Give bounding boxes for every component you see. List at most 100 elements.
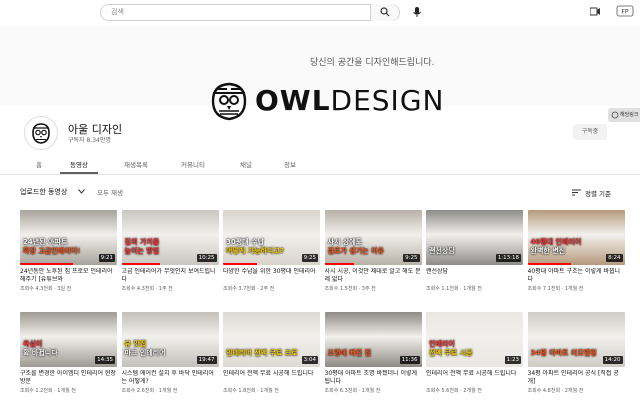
thumbnail-caption-bottom: 전액 무료 시공 xyxy=(429,349,473,357)
subscriber-count: 구독자 8.34만명 xyxy=(68,137,111,144)
video-duration: 14:35 xyxy=(95,356,115,364)
video-meta: 조회수 7.1천회 · 1개월 전 xyxy=(527,286,584,292)
video-card[interactable]: 욕실이 확 바뀝니다 14:35 구조를 변경한 아이엠디 인테리어 현장 방문조회수… xyxy=(20,312,117,402)
thumbnail-caption-bottom: 결로가 생기는 이유 xyxy=(327,247,384,255)
play-all-button[interactable]: 모두 재생 xyxy=(97,187,123,197)
thumbnail-caption-bottom: 완벽한 변신 xyxy=(530,247,566,255)
video-thumbnail[interactable]: 집의 가치를 높이는 방법 10:25 xyxy=(121,210,219,265)
video-title[interactable]: 30평대 아파트 조명 바꿨더니 이렇게 됩니다 xyxy=(325,370,422,386)
video-duration: 14:20 xyxy=(602,356,623,364)
video-duration: 9:21 xyxy=(98,254,115,262)
tab-home[interactable]: 홈 xyxy=(36,159,42,169)
video-title[interactable]: 인테리어 전액 무료 시공해 드립니다 xyxy=(223,370,320,386)
video-title[interactable]: 24년동안 노후된 집 프로모 인테리어 해주기 [유튜브와 xyxy=(20,268,117,284)
video-card[interactable]: 집의 가치를 높이는 방법 10:25 고급 인테리어가 무엇인지 보여드립니다 조회수… xyxy=(121,210,219,300)
create-video-icon[interactable] xyxy=(590,7,600,16)
video-meta: 조회수 4.3천회 · 3일 전 xyxy=(20,286,72,292)
owl-avatar-icon xyxy=(32,123,50,144)
video-card[interactable]: 30평대 수납 어떻게 가능하다고? 9:25 다양한 수납을 위한 30평대 인테리… xyxy=(223,210,320,300)
video-card[interactable]: 인테리어 전액 무료 프로 3:04 인테리어 전액 무료 시공해 드립니다 조회수 … xyxy=(223,312,320,402)
video-duration: 9:25 xyxy=(301,254,318,262)
video-meta: 조회수 2.6천회 · 1개월 전 xyxy=(121,388,178,394)
video-title[interactable]: 사시 시공, 이것만 제대로 알고 해도 문제 없다 xyxy=(325,268,422,284)
thumbnail-caption-top: 욕실이 xyxy=(23,340,43,348)
video-thumbnail[interactable]: 욕실이 확 바뀝니다 14:35 xyxy=(20,312,117,367)
thumbnail-caption-bottom: 확 바뀝니다 xyxy=(23,349,58,357)
video-title[interactable]: 고급 인테리어가 무엇인지 보여드립니다 xyxy=(122,268,219,284)
search-button[interactable] xyxy=(370,4,399,21)
video-meta: 조회수 4.8천회 · 2개월 전 xyxy=(527,388,584,394)
video-thumbnail[interactable]: 뷰 맛집 마크 인테리어 19:47 xyxy=(121,312,219,367)
thumbnail-caption-top: 40평대 인테리어 xyxy=(530,238,582,246)
thumbnail-caption-bottom: 높이는 방법 xyxy=(124,247,160,255)
video-thumbnail[interactable]: 랜선상담 1:13:18 xyxy=(426,210,523,265)
chevron-down-icon[interactable] xyxy=(78,189,85,194)
tab-playlists[interactable]: 재생목록 xyxy=(124,159,148,169)
watch-progress-bar xyxy=(20,263,74,265)
sort-button[interactable]: 정렬 기준 xyxy=(585,188,611,198)
tab-channels[interactable]: 채널 xyxy=(240,159,252,169)
video-card[interactable]: 인테리어 전액 무료 시공 1:23 인테리어 전액 무료 시공해 드립니다 조회수 5… xyxy=(426,312,523,402)
video-duration: 8:24 xyxy=(606,254,623,262)
thumbnail-caption-top: 집의 가치를 xyxy=(124,238,160,246)
video-thumbnail[interactable]: 30평대 수납 어떻게 가능하다고? 9:25 xyxy=(223,210,320,265)
video-card[interactable]: 34평 아파트 리모델링 14:20 34평 아파트 인테리어 공식 [직접 공개]… xyxy=(527,312,625,402)
search-input[interactable]: 검색 xyxy=(111,7,124,17)
video-thumbnail[interactable]: 24년된 아파트 확장 고급인테리어! 9:21 xyxy=(20,210,117,265)
video-title[interactable]: 구조를 변경한 아이엠디 인테리어 현장 방문 xyxy=(20,370,117,386)
channel-avatar[interactable] xyxy=(24,116,58,150)
video-thumbnail[interactable]: 40평대 인테리어 완벽한 변신 8:24 xyxy=(527,210,625,265)
video-title[interactable]: 40평대 아파트 구조는 이렇게 바뀝니다 xyxy=(528,268,625,284)
thumbnail-caption-bottom: 34평 아파트 리모델링 xyxy=(530,349,597,357)
banner-link-button[interactable]: 해당링크 xyxy=(608,108,640,122)
video-title[interactable]: 다양한 수납을 위한 30평대 인테리어 xyxy=(223,268,320,284)
video-meta: 조회수 1.5천회 · 3주 전 xyxy=(324,286,376,292)
search-icon xyxy=(380,7,390,17)
video-card[interactable]: 뷰 맛집 마크 인테리어 19:47 시스템 에어컨 설치 후 바닥 인테리어는 어떻… xyxy=(121,312,219,402)
thumbnail-caption-bottom: 확장 고급인테리어! xyxy=(23,247,81,255)
search-box[interactable]: 검색 xyxy=(100,4,400,21)
video-card[interactable]: 조명에 빠진 집 11:36 30평대 아파트 조명 바꿨더니 이렇게 됩니다조회수… xyxy=(324,312,422,402)
video-thumbnail[interactable]: 인테리어 전액 무료 프로 3:04 xyxy=(223,312,320,367)
video-title[interactable]: 34평 아파트 인테리어 공식 [직접 공개] xyxy=(528,370,625,386)
video-meta: 조회수 1.1천회 · 1개월 전 xyxy=(426,286,482,292)
uploads-filter[interactable]: 업로드한 동영상 xyxy=(20,187,67,197)
svg-text:FP: FP xyxy=(621,9,628,16)
video-meta: 조회수 5.6천회 · 2개월 전 xyxy=(426,388,482,394)
video-duration: 1:13:18 xyxy=(495,254,521,262)
video-duration: 10:25 xyxy=(196,254,217,262)
thumbnail-caption-top: 뷰 맛집 xyxy=(124,340,147,348)
video-meta: 조회수 1.2천회 · 1개월 전 xyxy=(20,388,76,394)
thumbnail-caption-bottom: 마크 인테리어 xyxy=(124,349,166,357)
thumbnail-caption-bottom: 랜선상담 xyxy=(429,247,455,255)
watch-progress-bar xyxy=(527,263,572,265)
account-avatar[interactable]: FP xyxy=(616,5,634,17)
video-thumbnail[interactable]: 사시 상에도 결로가 생기는 이유 9:25 xyxy=(324,210,422,265)
video-card[interactable]: 랜선상담 1:13:18 랜선상담조회수 1.1천회 · 1개월 전 xyxy=(426,210,523,300)
tab-about[interactable]: 정보 xyxy=(284,159,296,169)
tab-community[interactable]: 커뮤니티 xyxy=(181,159,205,169)
owl-logo-icon xyxy=(211,82,247,121)
subscribe-button[interactable]: 구독중 xyxy=(573,124,607,140)
tab-videos[interactable]: 동영상 xyxy=(70,159,88,169)
video-duration: 1:23 xyxy=(504,356,521,364)
video-title[interactable]: 랜선상담 xyxy=(426,268,523,284)
thumbnail-caption-bottom: 어떻게 가능하다고? xyxy=(226,247,285,255)
video-thumbnail[interactable]: 인테리어 전액 무료 시공 1:23 xyxy=(426,312,523,367)
thumbnail-caption-bottom: 인테리어 전액 무료 프로 xyxy=(226,349,298,357)
video-thumbnail[interactable]: 34평 아파트 리모델링 14:20 xyxy=(527,312,625,367)
thumbnail-caption-top: 24년된 아파트 xyxy=(23,238,68,246)
watch-progress-bar xyxy=(223,263,257,265)
video-meta: 조회수 6.3천회 · 1개월 전 xyxy=(324,388,381,394)
microphone-icon[interactable] xyxy=(410,5,424,19)
sort-icon[interactable] xyxy=(572,189,581,196)
video-card[interactable]: 24년된 아파트 확장 고급인테리어! 9:21 24년동안 노후된 집 프로모 인테… xyxy=(20,210,117,300)
video-card[interactable]: 40평대 인테리어 완벽한 변신 8:24 40평대 아파트 구조는 이렇게 바뀝니다… xyxy=(527,210,625,300)
video-thumbnail[interactable]: 조명에 빠진 집 11:36 xyxy=(324,312,422,367)
video-card[interactable]: 사시 상에도 결로가 생기는 이유 9:25 사시 시공, 이것만 제대로 알고 해도… xyxy=(324,210,422,300)
video-title[interactable]: 인테리어 전액 무료 시공해 드립니다 xyxy=(426,370,523,386)
top-bar: 검색 FP xyxy=(0,0,640,26)
watch-progress-bar xyxy=(324,263,354,265)
video-title[interactable]: 시스템 에어컨 설치 후 바닥 인테리어는 어떻게? xyxy=(122,370,219,386)
thumbnail-caption-top: 사시 상에도 xyxy=(327,238,363,246)
